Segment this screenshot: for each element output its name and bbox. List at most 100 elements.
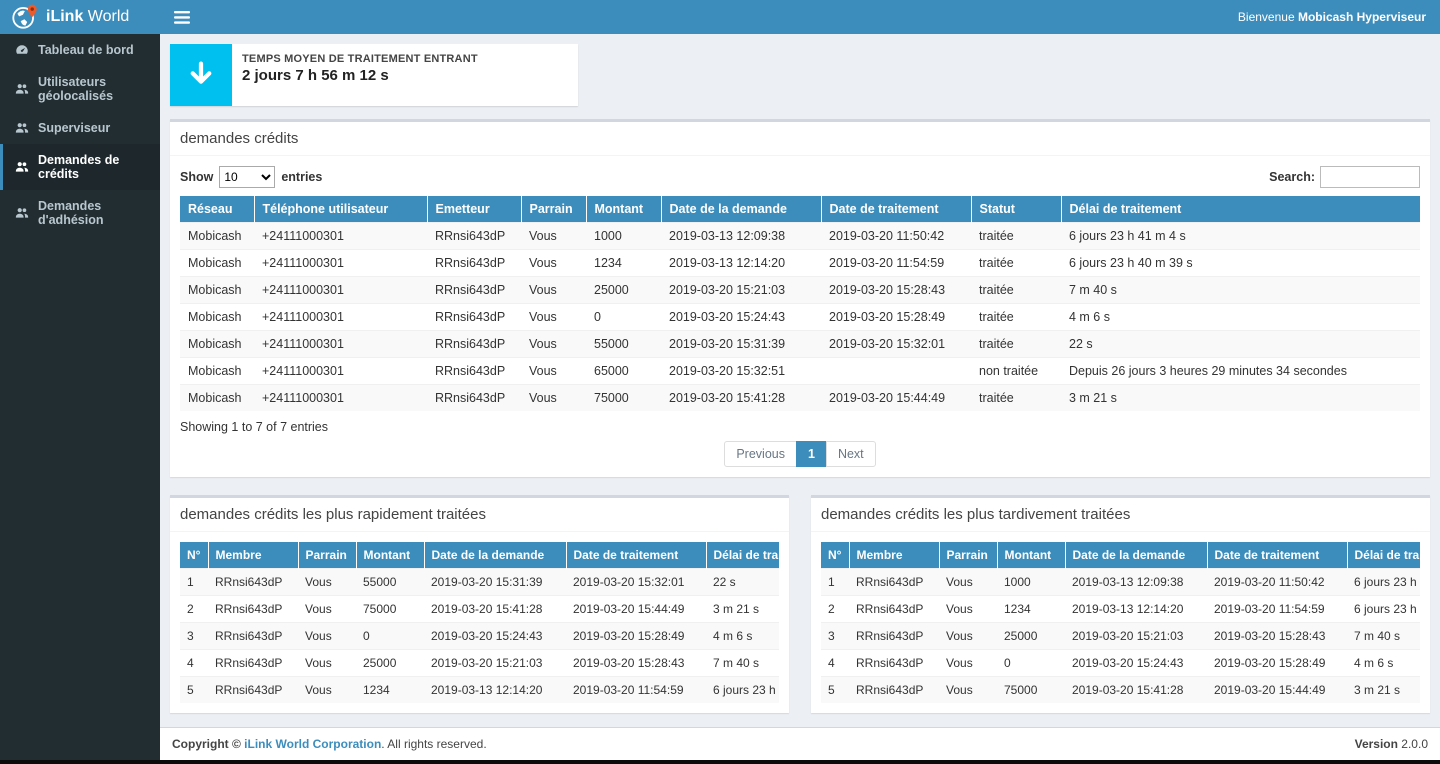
table-cell: 0	[356, 623, 424, 650]
table-cell: 6 jours 23 h 40 m 39 s	[1061, 250, 1420, 277]
table-cell: 2019-03-20 15:24:43	[1065, 650, 1207, 677]
panel-title: demandes crédits les plus rapidement tra…	[170, 498, 789, 532]
table-cell: 2019-03-20 11:50:42	[1207, 569, 1347, 596]
page-length-select[interactable]: 10	[219, 166, 275, 188]
column-header[interactable]: Statut	[971, 196, 1061, 223]
previous-page-button[interactable]: Previous	[724, 441, 797, 467]
table-cell: Mobicash	[180, 223, 254, 250]
table-cell: 2019-03-20 15:28:43	[566, 650, 706, 677]
table-cell: 5	[821, 677, 849, 704]
table-cell: Vous	[521, 250, 586, 277]
table-cell: Vous	[939, 677, 997, 704]
table-cell: Mobicash	[180, 358, 254, 385]
table-row: Mobicash+24111000301RRnsi643dPVous100020…	[180, 223, 1420, 250]
table-cell: Vous	[298, 596, 356, 623]
table-cell: 1	[180, 569, 208, 596]
table-cell: Mobicash	[180, 331, 254, 358]
panel-title: demandes crédits	[170, 122, 1430, 156]
table-cell: +24111000301	[254, 331, 427, 358]
sidebar-item-superviseur[interactable]: Superviseur	[0, 112, 160, 144]
table-cell: traitée	[971, 223, 1061, 250]
main-content: TEMPS MOYEN DE TRAITEMENT ENTRANT 2 jour…	[160, 34, 1440, 727]
sidebar-toggle-button[interactable]	[174, 11, 190, 24]
table-cell: 2019-03-13 12:09:38	[661, 223, 821, 250]
users-icon	[15, 206, 29, 220]
table-cell: Vous	[521, 277, 586, 304]
table-cell: 1	[821, 569, 849, 596]
sidebar-item-tableau-de-bord[interactable]: Tableau de bord	[0, 34, 160, 66]
table-row: Mobicash+24111000301RRnsi643dPVous250002…	[180, 277, 1420, 304]
table-cell: Vous	[521, 385, 586, 412]
footer: Copyright © iLink World Corporation. All…	[160, 727, 1440, 760]
table-cell: RRnsi643dP	[849, 623, 939, 650]
table-cell: 2	[821, 596, 849, 623]
column-header[interactable]: Date de traitement	[821, 196, 971, 223]
table-cell: RRnsi643dP	[427, 277, 521, 304]
brand-logo[interactable]: iLink World	[0, 0, 160, 34]
table-cell: 4	[180, 650, 208, 677]
fastest-processed-table: N°MembreParrainMontantDate de la demande…	[180, 542, 779, 703]
dashboard-icon	[15, 43, 29, 57]
sidebar-item-demandes-adhesion[interactable]: Demandes d'adhésion	[0, 190, 160, 236]
table-cell: Vous	[521, 223, 586, 250]
table-cell: 2019-03-20 11:54:59	[821, 250, 971, 277]
table-cell: 3	[180, 623, 208, 650]
table-cell: 4 m 6 s	[706, 623, 779, 650]
table-row: 5RRnsi643dPVous12342019-03-13 12:14:2020…	[180, 677, 779, 704]
column-header: Date de traitement	[566, 542, 706, 569]
table-cell: RRnsi643dP	[427, 223, 521, 250]
column-header: N°	[180, 542, 208, 569]
column-header[interactable]: Téléphone utilisateur	[254, 196, 427, 223]
next-page-button[interactable]: Next	[826, 441, 876, 467]
fastest-processed-panel: demandes crédits les plus rapidement tra…	[170, 495, 789, 713]
table-cell: 25000	[997, 623, 1065, 650]
company-link[interactable]: iLink World Corporation	[244, 737, 381, 751]
sidebar-item-utilisateurs-geolocalises[interactable]: Utilisateurs géolocalisés	[0, 66, 160, 112]
table-cell: 1234	[586, 250, 661, 277]
column-header[interactable]: Parrain	[521, 196, 586, 223]
table-cell: 2019-03-20 11:54:59	[1207, 596, 1347, 623]
table-cell: 2019-03-20 15:41:28	[424, 596, 566, 623]
table-cell: 2019-03-20 15:31:39	[424, 569, 566, 596]
table-cell: 75000	[586, 385, 661, 412]
table-cell: 7 m 40 s	[1347, 623, 1420, 650]
table-cell: traitée	[971, 385, 1061, 412]
table-cell: 2019-03-20 15:28:49	[566, 623, 706, 650]
show-label: Show	[180, 170, 213, 184]
column-header[interactable]: Montant	[586, 196, 661, 223]
column-header[interactable]: Délai de traitement	[1061, 196, 1420, 223]
table-cell: 2019-03-20 15:41:28	[661, 385, 821, 412]
table-cell: 2019-03-20 15:28:43	[1207, 623, 1347, 650]
table-cell: Vous	[298, 677, 356, 704]
table-cell: 2019-03-20 15:44:49	[566, 596, 706, 623]
table-cell: traitée	[971, 250, 1061, 277]
column-header[interactable]: Date de la demande	[661, 196, 821, 223]
sidebar: iLink World Tableau de bord Utilisateurs…	[0, 0, 160, 760]
page-1-button[interactable]: 1	[796, 441, 827, 467]
table-cell: Vous	[521, 331, 586, 358]
column-header[interactable]: Emetteur	[427, 196, 521, 223]
column-header[interactable]: Réseau	[180, 196, 254, 223]
table-cell: 3 m 21 s	[1347, 677, 1420, 704]
sidebar-item-demandes-de-credits[interactable]: Demandes de crédits	[0, 144, 160, 190]
table-cell: 75000	[997, 677, 1065, 704]
table-cell	[821, 358, 971, 385]
card-title: TEMPS MOYEN DE TRAITEMENT ENTRANT	[242, 53, 478, 65]
top-navbar: Bienvenue Mobicash Hyperviseur	[160, 0, 1440, 34]
column-header: Membre	[849, 542, 939, 569]
table-cell: 2019-03-20 15:21:03	[661, 277, 821, 304]
avg-processing-time-card: TEMPS MOYEN DE TRAITEMENT ENTRANT 2 jour…	[170, 44, 578, 106]
column-header: Date de la demande	[1065, 542, 1207, 569]
table-cell: 4 m 6 s	[1347, 650, 1420, 677]
search-input[interactable]	[1320, 166, 1420, 188]
table-row: Mobicash+24111000301RRnsi643dPVous650002…	[180, 358, 1420, 385]
table-cell: Mobicash	[180, 277, 254, 304]
table-cell: 2019-03-20 15:32:51	[661, 358, 821, 385]
table-cell: 2019-03-20 15:32:01	[566, 569, 706, 596]
table-cell: RRnsi643dP	[427, 331, 521, 358]
card-value: 2 jours 7 h 56 m 12 s	[242, 67, 478, 84]
table-cell: RRnsi643dP	[208, 623, 298, 650]
table-cell: 75000	[356, 596, 424, 623]
table-cell: +24111000301	[254, 277, 427, 304]
table-cell: 1234	[997, 596, 1065, 623]
